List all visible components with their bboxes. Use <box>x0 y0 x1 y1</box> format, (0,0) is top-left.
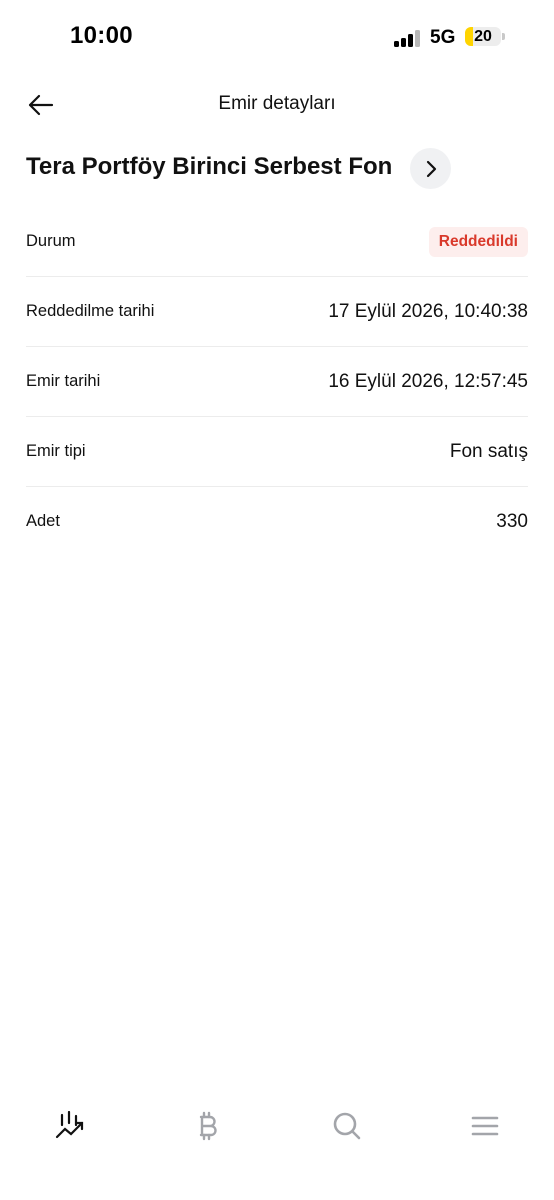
nav-menu[interactable] <box>467 1108 503 1144</box>
bitcoin-icon <box>199 1111 217 1141</box>
quantity-value: 330 <box>496 510 528 532</box>
chevron-right-icon <box>426 160 436 177</box>
detail-row-rejection-date: Reddedilme tarihi 17 Eylül 2026, 10:40:3… <box>26 277 528 347</box>
detail-row-status: Durum Reddedildi <box>26 207 528 277</box>
rejection-date-label: Reddedilme tarihi <box>26 302 155 320</box>
menu-icon <box>471 1116 499 1136</box>
battery-icon: 20 <box>465 27 501 46</box>
order-date-value: 16 Eylül 2026, 12:57:45 <box>328 370 528 392</box>
battery-level: 20 <box>474 28 492 45</box>
status-bar: 10:00 5G 20 <box>0 0 554 70</box>
page-title: Emir detayları <box>218 93 336 114</box>
detail-row-quantity: Adet 330 <box>26 487 528 556</box>
rejection-date-value: 17 Eylül 2026, 10:40:38 <box>328 300 528 322</box>
fund-name: Tera Portföy Birinci Serbest Fon <box>26 153 393 180</box>
markets-chart-icon <box>55 1111 84 1139</box>
status-time: 10:00 <box>70 22 133 49</box>
nav-search[interactable] <box>329 1108 365 1144</box>
detail-row-order-type: Emir tipi Fon satış <box>26 417 528 487</box>
order-type-label: Emir tipi <box>26 442 86 460</box>
nav-crypto[interactable] <box>190 1108 226 1144</box>
nav-markets[interactable] <box>52 1108 88 1144</box>
order-type-value: Fon satış <box>449 440 528 462</box>
order-detail-list: Durum Reddedildi Reddedilme tarihi 17 Ey… <box>26 207 528 556</box>
signal-icon <box>394 30 422 47</box>
status-label: Durum <box>26 232 76 250</box>
network-label: 5G <box>430 27 456 48</box>
battery-cap <box>502 33 505 40</box>
search-icon <box>333 1112 361 1140</box>
fund-detail-button[interactable] <box>410 148 451 189</box>
bottom-nav <box>0 1100 554 1152</box>
quantity-label: Adet <box>26 512 60 530</box>
status-badge: Reddedildi <box>428 226 528 257</box>
order-date-label: Emir tarihi <box>26 372 101 390</box>
detail-row-order-date: Emir tarihi 16 Eylül 2026, 12:57:45 <box>26 347 528 417</box>
